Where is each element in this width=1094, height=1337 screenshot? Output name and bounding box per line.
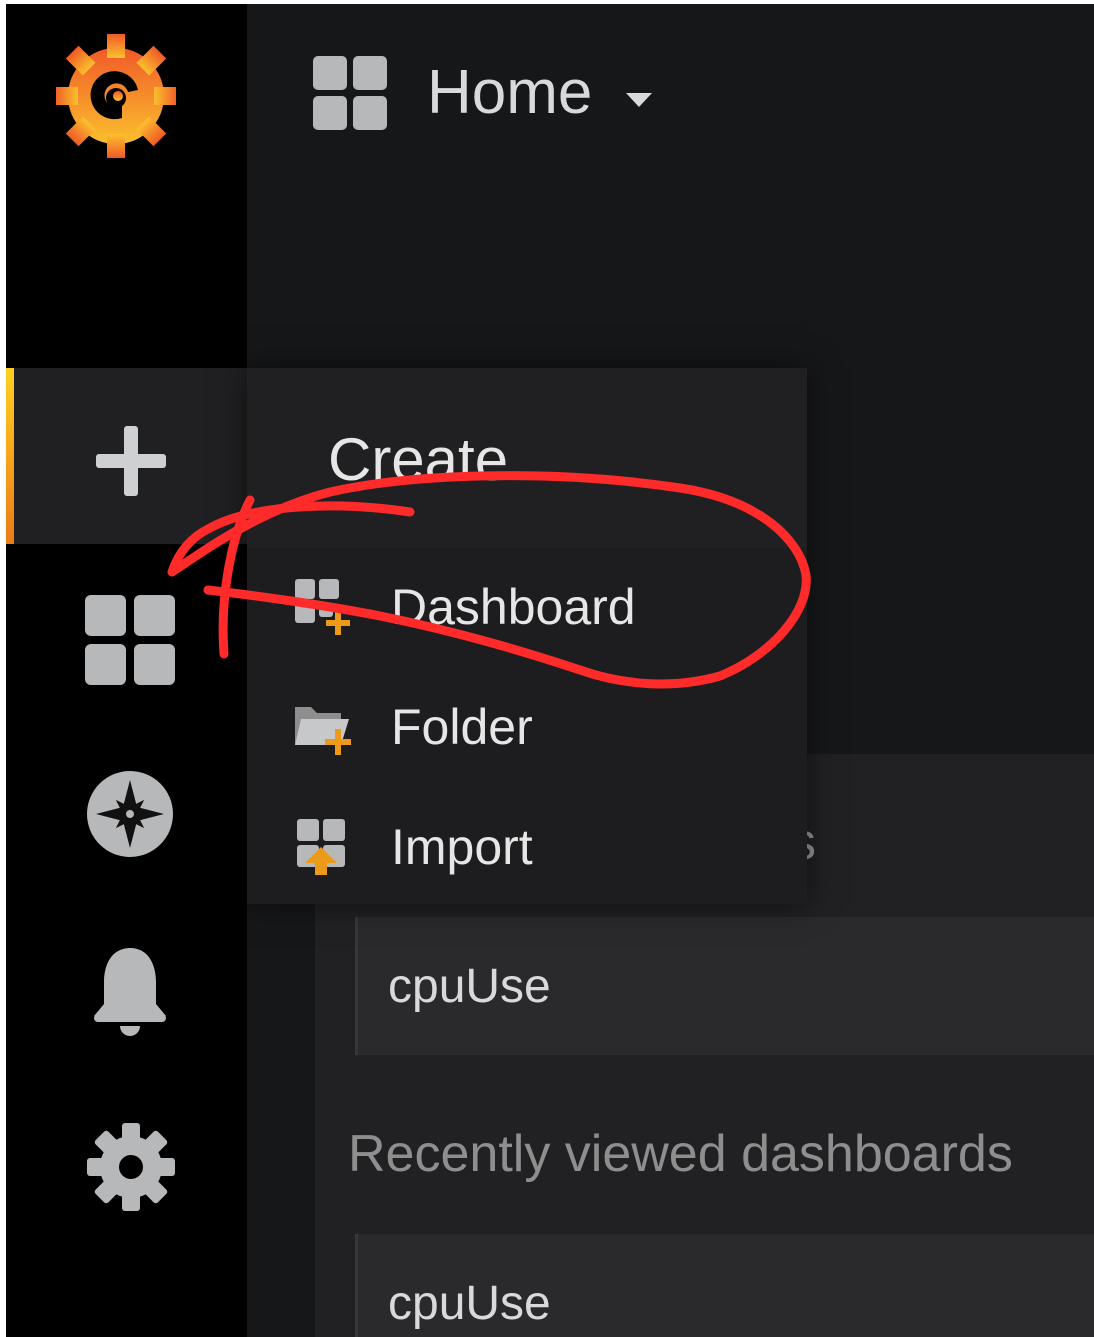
create-import-item[interactable]: Import [247, 792, 807, 902]
dashboard-name: cpuUse [388, 960, 551, 1013]
recent-dashboard-row[interactable]: cpuUse [355, 1234, 1094, 1337]
create-folder-label: Folder [391, 699, 533, 755]
dashboard-picker-button[interactable]: Home [313, 56, 653, 130]
recent-section-header: Recently viewed dashboards [348, 1125, 1013, 1183]
compass-icon [87, 771, 173, 857]
create-dashboard-label: Dashboard [391, 579, 636, 635]
dashboard-add-icon [295, 579, 350, 635]
sidebar-item-dashboards[interactable] [82, 592, 178, 688]
grafana-logo-icon[interactable] [56, 30, 176, 160]
starred-dashboard-row[interactable]: cpuUse [355, 917, 1094, 1055]
sidebar-item-create[interactable] [86, 416, 176, 506]
grafana-window: Home s cpuUse Recently viewed dashboards… [6, 4, 1094, 1337]
sidebar-item-configuration[interactable] [84, 1120, 178, 1214]
active-indicator [6, 368, 14, 544]
plus-icon [96, 426, 166, 496]
create-folder-item[interactable]: Folder [247, 672, 807, 782]
bell-icon [94, 948, 166, 1036]
sidebar-item-alerting[interactable] [90, 944, 170, 1038]
folder-add-icon [295, 707, 351, 755]
create-import-label: Import [391, 819, 533, 875]
page-title: Home [427, 58, 593, 127]
create-menu-header[interactable]: Create [247, 368, 807, 548]
caret-down-icon [626, 93, 653, 107]
import-icon [297, 819, 345, 875]
create-dashboard-item[interactable]: Dashboard [247, 552, 807, 662]
apps-grid-icon [85, 595, 175, 685]
create-menu-dropdown: Create Dashboard Folder Import [247, 368, 807, 904]
dashboard-name: cpuUse [388, 1277, 551, 1330]
create-menu-title: Create [328, 426, 509, 493]
gear-icon [87, 1123, 175, 1211]
apps-grid-icon [313, 56, 387, 130]
sidebar-item-explore[interactable] [84, 768, 176, 860]
